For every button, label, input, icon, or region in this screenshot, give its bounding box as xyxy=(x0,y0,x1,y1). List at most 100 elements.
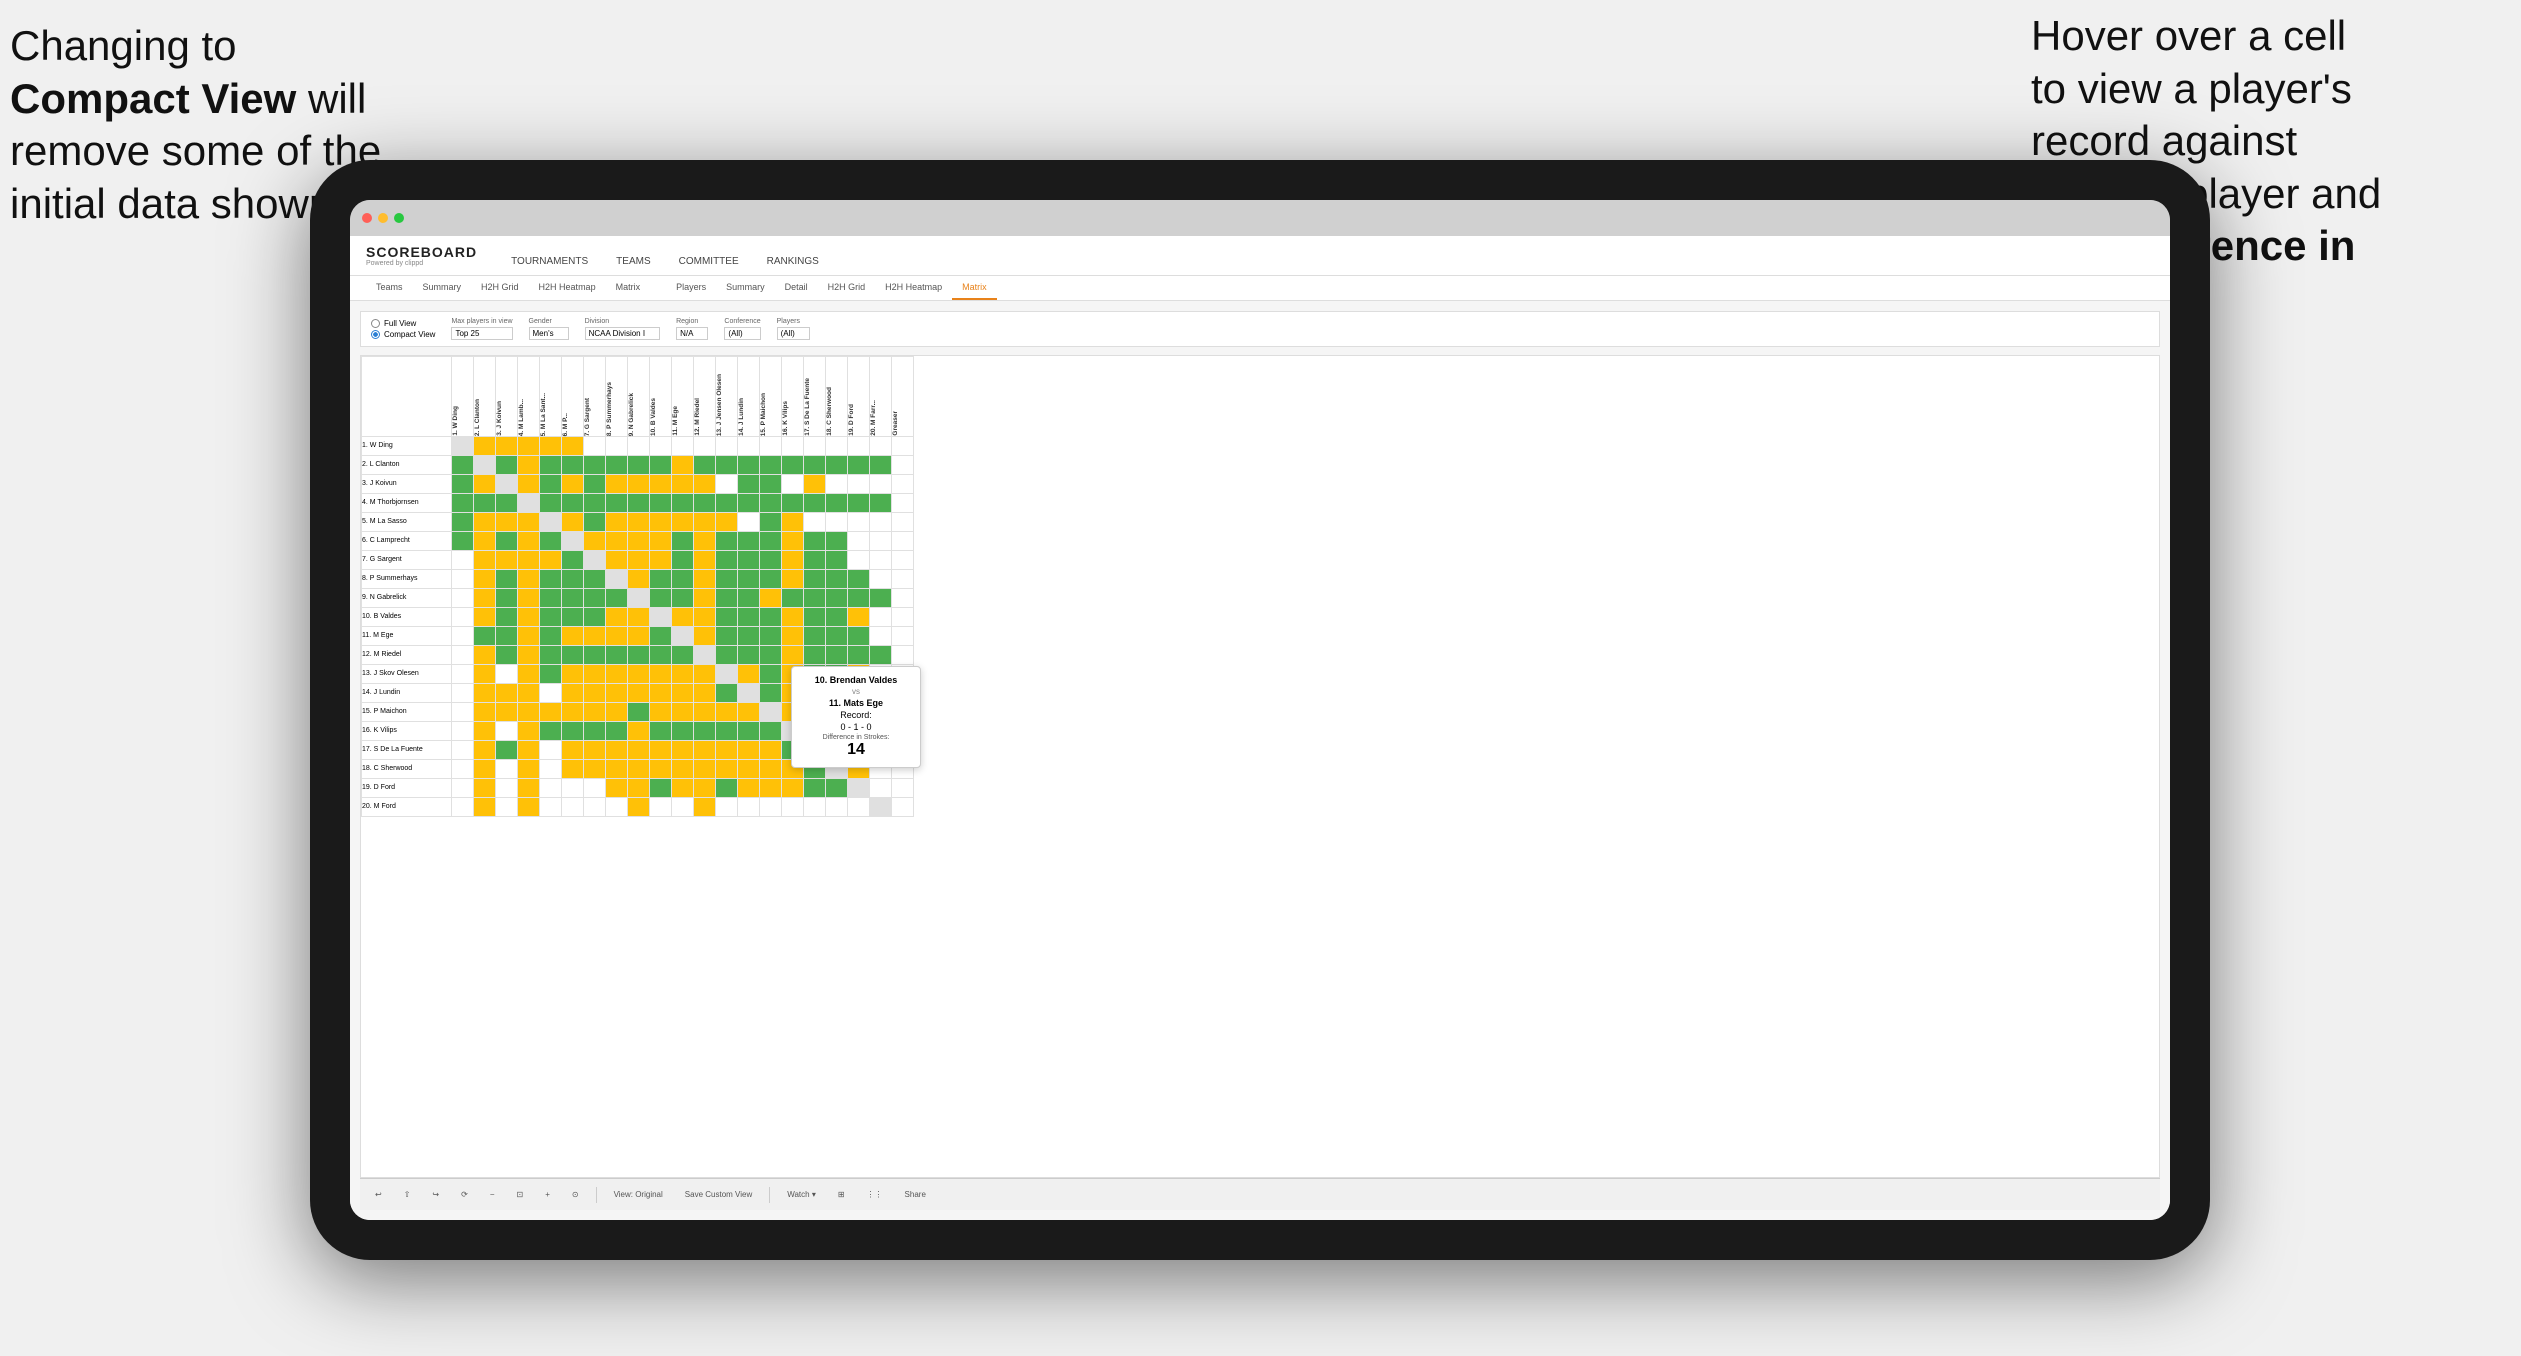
cell-3-12[interactable] xyxy=(716,494,738,513)
cell-10-1[interactable] xyxy=(474,627,496,646)
cell-14-1[interactable] xyxy=(474,703,496,722)
cell-0-19[interactable] xyxy=(870,437,892,456)
cell-3-8[interactable] xyxy=(628,494,650,513)
cell-3-2[interactable] xyxy=(496,494,518,513)
cell-11-7[interactable] xyxy=(606,646,628,665)
cell-19-1[interactable] xyxy=(474,798,496,817)
cell-12-0[interactable] xyxy=(452,665,474,684)
cell-8-3[interactable] xyxy=(518,589,540,608)
cell-4-10[interactable] xyxy=(672,513,694,532)
cell-4-18[interactable] xyxy=(848,513,870,532)
cell-13-6[interactable] xyxy=(584,684,606,703)
cell-16-8[interactable] xyxy=(628,741,650,760)
cell-14-0[interactable] xyxy=(452,703,474,722)
cell-13-4[interactable] xyxy=(540,684,562,703)
cell-15-7[interactable] xyxy=(606,722,628,741)
cell-5-7[interactable] xyxy=(606,532,628,551)
cell-11-1[interactable] xyxy=(474,646,496,665)
nav-teams[interactable]: TEAMS xyxy=(602,250,664,275)
cell-2-11[interactable] xyxy=(694,475,716,494)
cell-9-20[interactable] xyxy=(892,608,914,627)
cell-9-1[interactable] xyxy=(474,608,496,627)
cell-15-13[interactable] xyxy=(738,722,760,741)
cell-1-7[interactable] xyxy=(606,456,628,475)
cell-19-15[interactable] xyxy=(782,798,804,817)
tab-h2h-grid2[interactable]: H2H Grid xyxy=(818,276,876,300)
cell-13-14[interactable] xyxy=(760,684,782,703)
cell-12-4[interactable] xyxy=(540,665,562,684)
cell-3-17[interactable] xyxy=(826,494,848,513)
cell-3-6[interactable] xyxy=(584,494,606,513)
cell-15-10[interactable] xyxy=(672,722,694,741)
cell-16-4[interactable] xyxy=(540,741,562,760)
cell-11-0[interactable] xyxy=(452,646,474,665)
cell-1-1[interactable] xyxy=(474,456,496,475)
cell-11-15[interactable] xyxy=(782,646,804,665)
cell-1-20[interactable] xyxy=(892,456,914,475)
cell-6-20[interactable] xyxy=(892,551,914,570)
cell-11-5[interactable] xyxy=(562,646,584,665)
full-view-radio[interactable] xyxy=(371,319,380,328)
cell-10-17[interactable] xyxy=(826,627,848,646)
cell-4-2[interactable] xyxy=(496,513,518,532)
cell-16-3[interactable] xyxy=(518,741,540,760)
cell-8-6[interactable] xyxy=(584,589,606,608)
cell-14-4[interactable] xyxy=(540,703,562,722)
cell-10-15[interactable] xyxy=(782,627,804,646)
cell-19-3[interactable] xyxy=(518,798,540,817)
cell-8-4[interactable] xyxy=(540,589,562,608)
browser-close-dot[interactable] xyxy=(362,213,372,223)
cell-12-1[interactable] xyxy=(474,665,496,684)
cell-19-14[interactable] xyxy=(760,798,782,817)
cell-3-20[interactable] xyxy=(892,494,914,513)
cell-19-16[interactable] xyxy=(804,798,826,817)
nav-committee[interactable]: COMMITTEE xyxy=(665,250,753,275)
cell-13-1[interactable] xyxy=(474,684,496,703)
cell-15-1[interactable] xyxy=(474,722,496,741)
cell-9-7[interactable] xyxy=(606,608,628,627)
cell-19-11[interactable] xyxy=(694,798,716,817)
cell-8-11[interactable] xyxy=(694,589,716,608)
cell-10-8[interactable] xyxy=(628,627,650,646)
cell-3-7[interactable] xyxy=(606,494,628,513)
cell-9-10[interactable] xyxy=(672,608,694,627)
cell-6-12[interactable] xyxy=(716,551,738,570)
cell-11-18[interactable] xyxy=(848,646,870,665)
cell-7-11[interactable] xyxy=(694,570,716,589)
max-players-select[interactable]: Top 25 xyxy=(451,327,512,340)
forward-button[interactable]: ⇧ xyxy=(399,1188,416,1201)
undo-button[interactable]: ↩ xyxy=(370,1188,387,1201)
cell-9-11[interactable] xyxy=(694,608,716,627)
cell-9-6[interactable] xyxy=(584,608,606,627)
cell-4-11[interactable] xyxy=(694,513,716,532)
cell-11-3[interactable] xyxy=(518,646,540,665)
cell-1-9[interactable] xyxy=(650,456,672,475)
cell-10-6[interactable] xyxy=(584,627,606,646)
cell-6-14[interactable] xyxy=(760,551,782,570)
cell-16-14[interactable] xyxy=(760,741,782,760)
cell-9-0[interactable] xyxy=(452,608,474,627)
cell-0-8[interactable] xyxy=(628,437,650,456)
cell-19-5[interactable] xyxy=(562,798,584,817)
cell-5-15[interactable] xyxy=(782,532,804,551)
cell-12-3[interactable] xyxy=(518,665,540,684)
cell-6-7[interactable] xyxy=(606,551,628,570)
cell-8-18[interactable] xyxy=(848,589,870,608)
cell-5-5[interactable] xyxy=(562,532,584,551)
players-select[interactable]: (All) xyxy=(777,327,810,340)
cell-17-6[interactable] xyxy=(584,760,606,779)
cell-4-20[interactable] xyxy=(892,513,914,532)
cell-5-18[interactable] xyxy=(848,532,870,551)
cell-3-16[interactable] xyxy=(804,494,826,513)
cell-18-17[interactable] xyxy=(826,779,848,798)
cell-8-15[interactable] xyxy=(782,589,804,608)
cell-17-8[interactable] xyxy=(628,760,650,779)
cell-5-14[interactable] xyxy=(760,532,782,551)
cell-4-7[interactable] xyxy=(606,513,628,532)
settings-button[interactable]: ⊙ xyxy=(567,1188,584,1201)
cell-18-5[interactable] xyxy=(562,779,584,798)
cell-16-12[interactable] xyxy=(716,741,738,760)
cell-0-7[interactable] xyxy=(606,437,628,456)
zoom-in-button[interactable]: + xyxy=(540,1188,555,1201)
cell-13-3[interactable] xyxy=(518,684,540,703)
